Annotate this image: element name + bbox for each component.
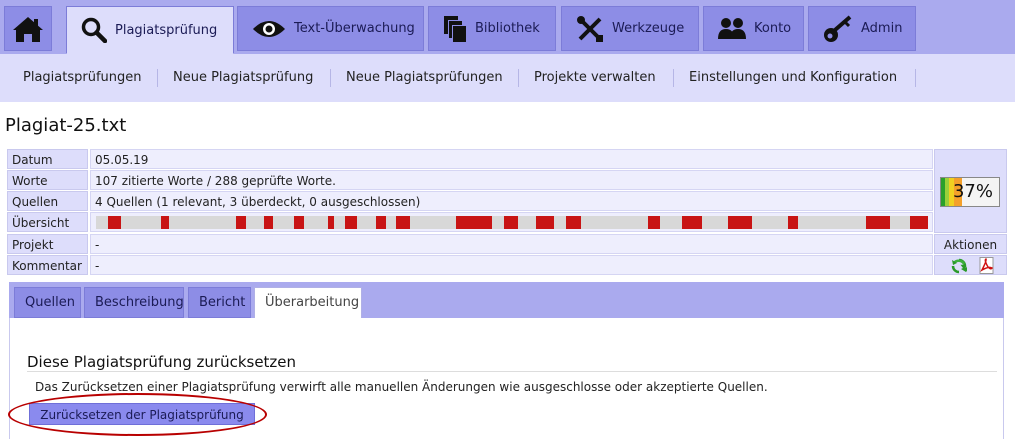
tab-label: Konto bbox=[754, 21, 792, 36]
value-quellen: 4 Quellen (1 relevant, 3 überdeckt, 0 au… bbox=[90, 191, 933, 211]
match-segment bbox=[566, 216, 581, 229]
sub-navigation: Plagiatsprüfungen Neue Plagiatsprüfung N… bbox=[0, 54, 1015, 102]
tab-text-ueberwachung[interactable]: Text-Überwachung bbox=[237, 6, 424, 51]
label-aktionen: Aktionen bbox=[934, 234, 1007, 254]
match-segment bbox=[866, 216, 890, 229]
tab-quellen[interactable]: Quellen bbox=[14, 287, 81, 318]
subnav-einstellungen[interactable]: Einstellungen und Konfiguration bbox=[689, 70, 897, 85]
value-projekt: - bbox=[90, 234, 933, 254]
match-segment bbox=[504, 216, 518, 229]
refresh-icon[interactable] bbox=[951, 258, 972, 278]
eye-icon bbox=[252, 18, 286, 40]
match-segment bbox=[788, 216, 798, 229]
match-segment bbox=[728, 216, 752, 229]
tab-label: Bibliothek bbox=[475, 21, 540, 36]
tab-ueberarbeitung[interactable]: Überarbeitung bbox=[254, 287, 362, 319]
top-navigation: Plagiatsprüfung Text-Überwachung Bibliot… bbox=[0, 0, 1015, 102]
label-datum: Datum bbox=[7, 149, 88, 169]
key-icon bbox=[823, 14, 853, 43]
tab-label: Admin bbox=[861, 21, 903, 36]
section-title: Diese Plagiatsprüfung zurücksetzen bbox=[27, 353, 297, 371]
match-segment bbox=[910, 216, 928, 229]
plagiarism-score: 37% bbox=[940, 177, 1000, 207]
match-segment bbox=[456, 216, 492, 229]
users-icon bbox=[718, 17, 746, 41]
subnav-plagiatspruefungen[interactable]: Plagiatsprüfungen bbox=[23, 70, 142, 85]
tab-label: Werkzeuge bbox=[612, 21, 685, 36]
pdf-icon[interactable] bbox=[979, 257, 995, 278]
match-segment bbox=[294, 216, 304, 229]
label-kommentar: Kommentar bbox=[7, 255, 88, 275]
magnifier-icon bbox=[81, 17, 107, 43]
score-cell: 37% bbox=[934, 149, 1007, 233]
tools-icon bbox=[576, 15, 604, 43]
label-uebersicht: Übersicht bbox=[7, 212, 88, 232]
home-button[interactable] bbox=[4, 6, 52, 51]
match-segment bbox=[161, 216, 169, 229]
tab-konto[interactable]: Konto bbox=[703, 6, 804, 51]
subnav-neue-plagiatspruefung[interactable]: Neue Plagiatsprüfung bbox=[173, 70, 313, 85]
value-kommentar: - bbox=[90, 255, 933, 275]
home-icon bbox=[13, 16, 43, 42]
match-segment bbox=[376, 216, 386, 229]
value-datum: 05.05.19 bbox=[90, 149, 933, 169]
page-title: Plagiat-25.txt bbox=[5, 115, 127, 136]
label-quellen: Quellen bbox=[7, 191, 88, 211]
subnav-neue-plagiatspruefungen[interactable]: Neue Plagiatsprüfungen bbox=[346, 70, 503, 85]
section-divider bbox=[27, 371, 997, 372]
subnav-divider bbox=[330, 69, 331, 87]
tab-beschreibung[interactable]: Beschreibung bbox=[84, 287, 184, 318]
match-segment bbox=[328, 216, 334, 229]
tab-label: Plagiatsprüfung bbox=[115, 22, 218, 38]
actions-cell bbox=[934, 255, 1007, 275]
match-segment bbox=[236, 216, 246, 229]
section-description: Das Zurücksetzen einer Plagiatsprüfung v… bbox=[35, 380, 768, 394]
match-segment bbox=[536, 216, 554, 229]
match-segment bbox=[345, 216, 357, 229]
label-projekt: Projekt bbox=[7, 234, 88, 254]
match-segment bbox=[682, 216, 702, 229]
reset-plagiarism-check-button[interactable]: Zurücksetzen der Plagiatsprüfung bbox=[29, 403, 255, 425]
documents-icon bbox=[443, 15, 467, 43]
subnav-divider bbox=[157, 69, 158, 87]
tab-werkzeuge[interactable]: Werkzeuge bbox=[561, 6, 699, 51]
match-segment bbox=[264, 216, 273, 229]
subnav-divider bbox=[673, 69, 674, 87]
tab-bericht[interactable]: Bericht bbox=[188, 287, 251, 318]
match-segment bbox=[396, 216, 410, 229]
label-worte: Worte bbox=[7, 170, 88, 190]
subnav-divider bbox=[518, 69, 519, 87]
score-value: 37% bbox=[952, 181, 993, 202]
tab-bibliothek[interactable]: Bibliothek bbox=[428, 6, 556, 51]
overview-bar[interactable] bbox=[96, 216, 928, 229]
value-uebersicht bbox=[90, 212, 933, 232]
tab-plagiatspruefung[interactable]: Plagiatsprüfung bbox=[66, 6, 234, 54]
tab-admin[interactable]: Admin bbox=[808, 6, 916, 51]
match-segment bbox=[108, 216, 121, 229]
match-segment bbox=[648, 216, 660, 229]
value-worte: 107 zitierte Worte / 288 geprüfte Worte. bbox=[90, 170, 933, 190]
subnav-divider bbox=[915, 69, 916, 87]
panel-tab-bar: Quellen Beschreibung Bericht Überarbeitu… bbox=[9, 282, 1004, 319]
subnav-projekte-verwalten[interactable]: Projekte verwalten bbox=[534, 70, 656, 85]
tab-label: Text-Überwachung bbox=[294, 21, 415, 36]
